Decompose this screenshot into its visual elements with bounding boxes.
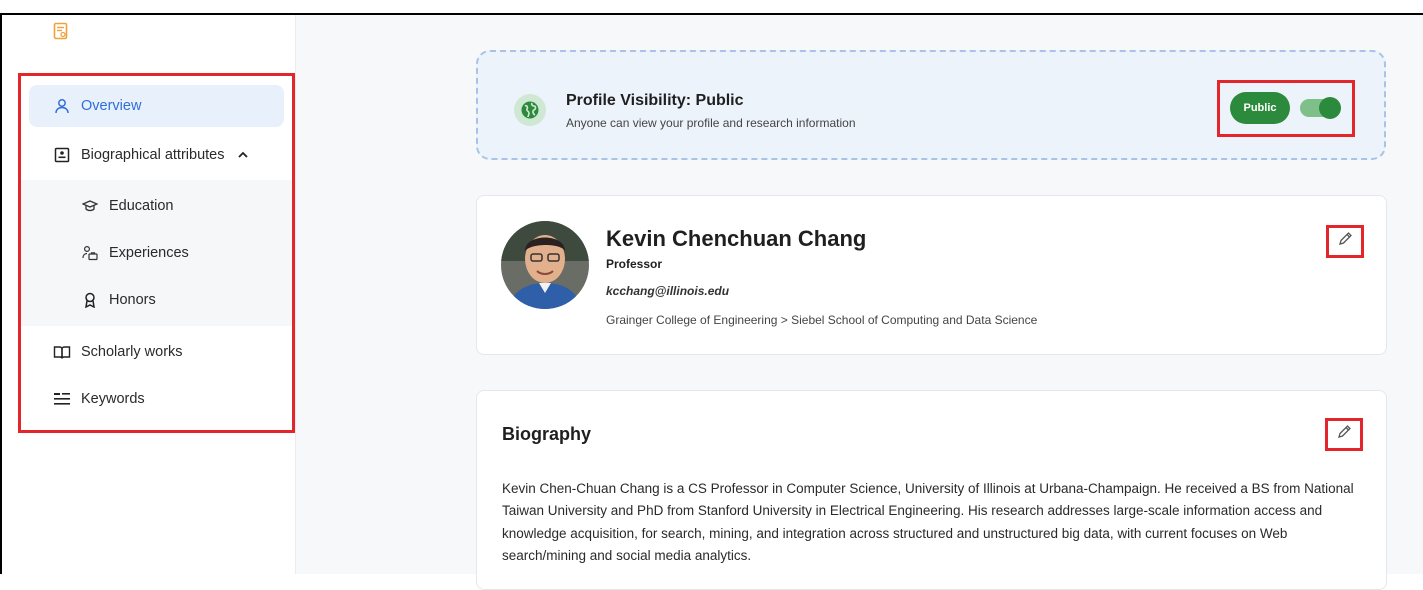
toggle-knob [1319,97,1341,119]
sidebar-item-biographical-attributes[interactable]: Biographical attributes [29,134,284,176]
id-card-icon [53,146,71,164]
app-logo-icon[interactable] [53,22,69,40]
sidebar-item-label: Experiences [109,245,189,261]
chevron-up-icon[interactable] [238,151,249,159]
sidebar-item-overview[interactable]: Overview [29,85,284,127]
pencil-icon [1336,424,1352,445]
sidebar-item-label: Overview [81,98,142,114]
sidebar-item-keywords[interactable]: Keywords [29,378,284,420]
sidebar-item-label: Keywords [81,391,145,407]
graduation-cap-icon [81,197,99,215]
list-icon [53,390,71,408]
profile-email[interactable]: kcchang@illinois.edu [606,284,729,298]
people-briefcase-icon [81,244,99,262]
edit-profile-button[interactable] [1326,225,1364,258]
sidebar-item-label: Scholarly works [81,344,183,360]
sidebar-item-experiences[interactable]: Experiences [29,232,284,274]
sidebar-item-scholarly-works[interactable]: Scholarly works [29,331,284,373]
visibility-title: Profile Visibility: Public [566,92,744,109]
sidebar-item-label: Biographical attributes [81,147,225,163]
edit-biography-button[interactable] [1325,418,1363,451]
profile-name: Kevin Chenchuan Chang [606,226,867,251]
public-status-badge: Public [1230,92,1290,124]
sidebar-item-education[interactable]: Education [29,185,284,227]
user-icon [53,97,71,115]
visibility-toggle-switch[interactable] [1300,97,1341,119]
biography-text: Kevin Chen-Chuan Chang is a CS Professor… [502,481,1354,564]
avatar [501,221,589,309]
globe-icon [514,94,546,126]
sidebar-item-honors[interactable]: Honors [29,279,284,321]
sidebar-item-label: Honors [109,292,156,308]
profile-card [476,195,1387,355]
biography-title: Biography [502,424,592,444]
pencil-icon [1337,231,1353,252]
visibility-subtitle: Anyone can view your profile and researc… [566,116,856,130]
sidebar-item-label: Education [109,198,174,214]
award-icon [81,291,99,309]
profile-role: Professor [606,257,663,271]
profile-affiliation: Grainger College of Engineering > Siebel… [606,313,1038,327]
open-book-icon [53,343,71,361]
